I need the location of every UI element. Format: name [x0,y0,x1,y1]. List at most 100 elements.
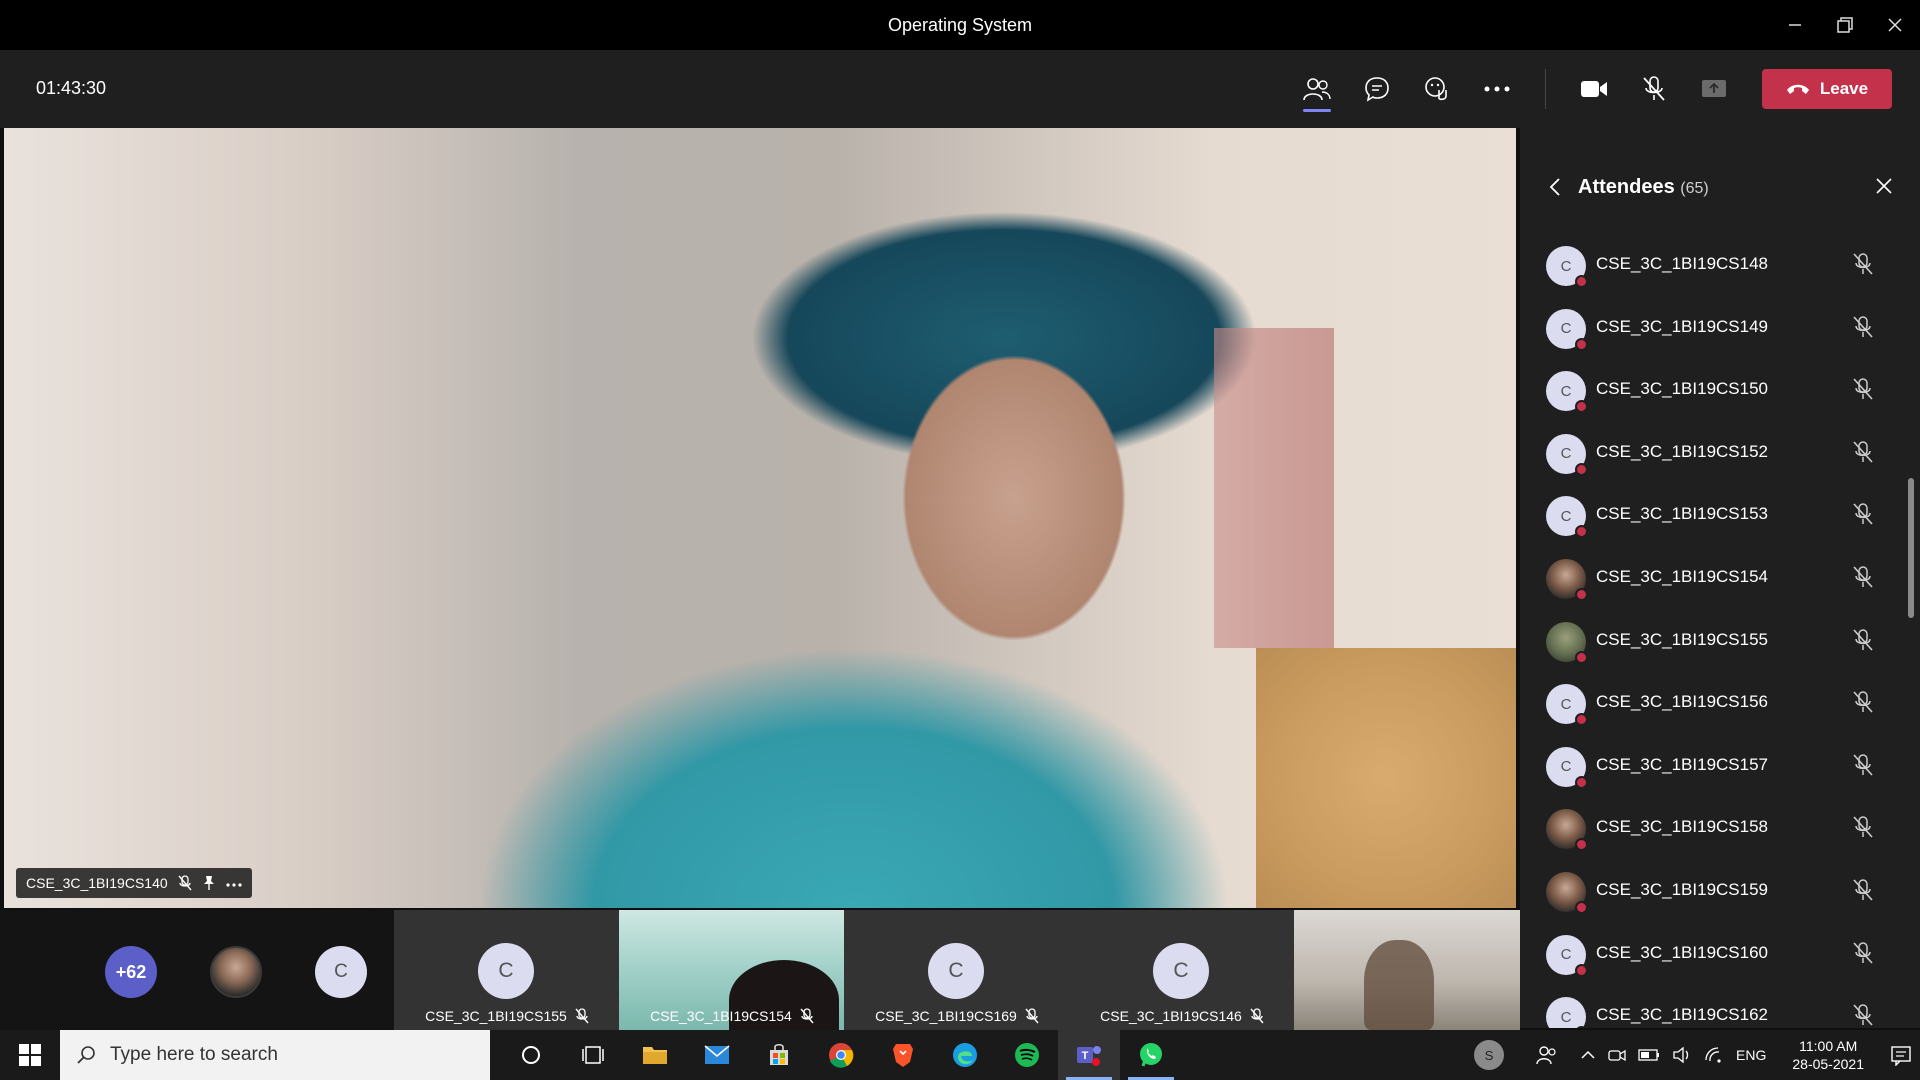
microphone-button[interactable] [1624,64,1684,114]
main-video-stage[interactable]: CSE_3C_1BI19CS140 [4,128,1516,908]
brave-button[interactable] [872,1030,934,1080]
attendee-row[interactable]: C CSE_3C_1BI19CS150 [1520,363,1920,426]
user-account-icon[interactable]: S [1474,1040,1505,1070]
attendee-name: CSE_3C_1BI19CS148 [1596,254,1769,273]
participant-avatar[interactable]: C [315,946,367,998]
folder-icon [643,1047,667,1064]
speaker-more-button[interactable] [226,875,242,891]
attendee-name: CSE_3C_1BI19CS154 [1596,566,1769,586]
attendee-avatar [1546,809,1588,852]
restore-button[interactable] [1820,0,1870,50]
participant-name-tag: CSE_3C_1BI19CS154 [619,1004,845,1028]
search-placeholder: Type here to search [110,1044,278,1065]
mic-off-icon [1853,503,1873,525]
attendee-row[interactable]: C CSE_3C_1BI19CS162 [1520,989,1920,1028]
more-actions-button[interactable] [1467,64,1527,114]
attendee-row[interactable]: C CSE_3C_1BI19CS152 [1520,426,1920,489]
attendee-avatar: C [1546,997,1588,1028]
participants-button[interactable] [1287,64,1347,114]
spotify-button[interactable] [996,1030,1058,1080]
attendee-row[interactable]: C CSE_3C_1BI19CS157 [1520,739,1920,802]
task-view-icon [582,1046,604,1064]
attendee-name: CSE_3C_1BI19CS153 [1596,504,1769,524]
overflow-participants-button[interactable]: +62 [105,946,157,998]
participant-name-tag: CSE_3C_1BI19CS169 [844,1004,1070,1028]
attendee-name: CSE_3C_1BI19CS156 [1596,692,1769,712]
system-clock[interactable]: 11:00 AM 28-05-2021 [1792,1037,1864,1073]
share-button[interactable] [1684,64,1744,114]
mail-button[interactable] [686,1030,748,1080]
cortana-button[interactable] [500,1030,562,1080]
attendee-row[interactable]: CSE_3C_1BI19CS154 [1520,551,1920,614]
attendee-name: CSE_3C_1BI19CS160 [1596,942,1769,962]
volume-icon [1673,1046,1689,1064]
task-view-button[interactable] [562,1030,624,1080]
participant-avatar[interactable] [210,946,262,998]
mic-off-icon [178,875,192,891]
cortana-icon [522,1046,540,1064]
participant-name: CSE_3C_1BI19CS155 [425,1008,567,1024]
attendee-row[interactable]: C CSE_3C_1BI19CS149 [1520,301,1920,364]
presence-busy-icon [1575,713,1588,727]
attendee-initial: C [1560,758,1572,776]
attendee-row[interactable]: C CSE_3C_1BI19CS153 [1520,488,1920,551]
participant-name-tag: CSE_3C_1BI19CS146 [1069,1004,1295,1028]
mic-off-icon [1853,628,1873,651]
whatsapp-button[interactable] [1120,1030,1182,1080]
more-icon [226,883,242,887]
reactions-button[interactable] [1407,64,1467,114]
window-controls [1770,0,1920,50]
attendee-initial: C [1560,445,1572,463]
participant-video-tile[interactable] [1294,910,1520,1030]
background-curtain [1214,328,1334,648]
meeting-toolbar: 01:43:30 Leave [0,50,1920,128]
participant-video-tile[interactable]: CSE_3C_1BI19CS154 [619,910,845,1040]
brave-icon [893,1044,913,1067]
attendee-row[interactable]: CSE_3C_1BI19CS159 [1520,864,1920,927]
language-indicator[interactable]: ENG [1736,1047,1766,1063]
attendee-avatar: C [1546,246,1588,288]
minimize-icon [1789,24,1801,26]
attendee-row[interactable]: C CSE_3C_1BI19CS148 [1520,238,1920,301]
taskbar-search[interactable]: Type here to search [60,1030,490,1080]
clock-date: 28-05-2021 [1792,1056,1864,1072]
attendee-mic-status [1852,878,1874,907]
mail-icon [704,1045,730,1064]
camera-button[interactable] [1564,64,1624,114]
attendees-count: (65) [1680,180,1709,197]
attendee-mic-status [1852,315,1874,344]
meeting-controls: Leave [1287,64,1892,114]
start-button[interactable] [0,1030,60,1080]
windows-logo-icon [19,1044,41,1066]
attendee-name: CSE_3C_1BI19CS152 [1596,441,1769,461]
participant-tile[interactable]: C CSE_3C_1BI19CS155 [394,910,620,1030]
leave-button[interactable]: Leave [1762,69,1892,109]
attendee-row[interactable]: CSE_3C_1BI19CS158 [1520,801,1920,864]
attendee-avatar [1546,621,1588,664]
notifications-icon [1891,1046,1911,1066]
attendee-row[interactable]: CSE_3C_1BI19CS155 [1520,614,1920,677]
close-window-button[interactable] [1870,0,1920,50]
store-button[interactable] [748,1030,810,1080]
close-panel-button[interactable] [1874,176,1894,201]
participant-tile[interactable]: C CSE_3C_1BI19CS169 [844,910,1070,1030]
close-icon [1888,18,1902,32]
hang-up-icon [1786,84,1809,94]
back-button[interactable] [1548,176,1562,203]
presence-busy-icon [1575,525,1588,539]
attendee-row[interactable]: C CSE_3C_1BI19CS160 [1520,927,1920,990]
chrome-button[interactable] [810,1030,872,1080]
chat-button[interactable] [1347,64,1407,114]
teams-button[interactable]: T [1058,1030,1120,1080]
attendee-mic-status [1852,690,1874,719]
presence-busy-icon [1575,900,1588,914]
attendee-avatar: C [1546,746,1588,789]
file-explorer-button[interactable] [624,1030,686,1080]
attendee-row[interactable]: C CSE_3C_1BI19CS156 [1520,676,1920,739]
attendee-initial: C [1560,695,1572,713]
edge-button[interactable] [934,1030,996,1080]
attendees-scrollbar[interactable] [1908,478,1914,618]
participant-tile[interactable]: C CSE_3C_1BI19CS146 [1069,910,1295,1030]
mic-off-icon [1853,378,1873,400]
minimize-button[interactable] [1770,0,1820,50]
